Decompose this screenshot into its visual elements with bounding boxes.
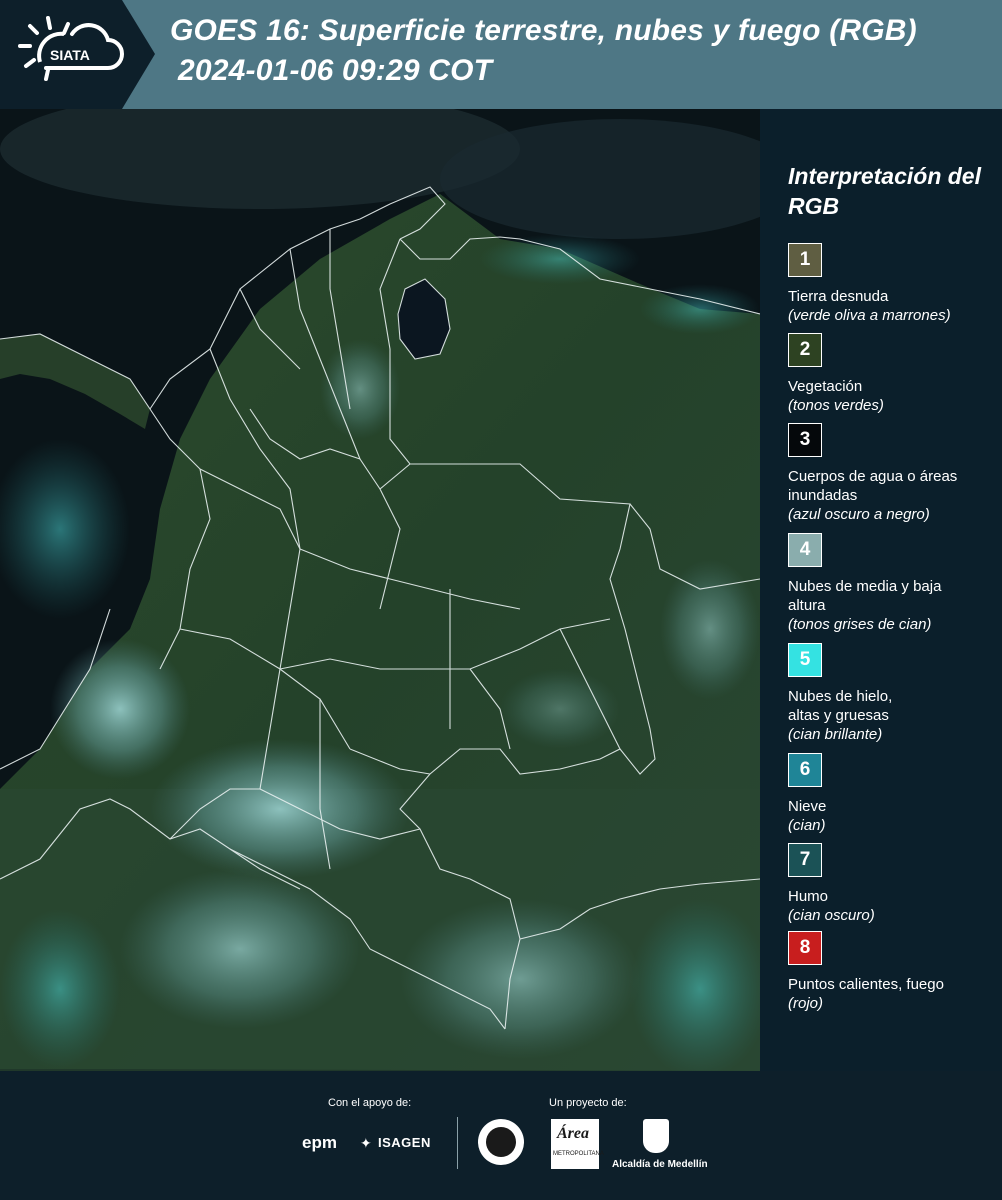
- legend-swatch: 3: [788, 423, 822, 457]
- legend-swatch: 8: [788, 931, 822, 965]
- legend-swatch: 1: [788, 243, 822, 277]
- legend-item-desc: (cian brillante): [788, 726, 883, 743]
- satellite-map[interactable]: [0, 109, 760, 1071]
- legend-panel: Interpretación del RGB 1 Tierra desnuda …: [760, 109, 1002, 1071]
- legend-item-label: Nieve: [788, 798, 827, 815]
- legend-item-desc: (tonos verdes): [788, 397, 884, 414]
- legend-item-label: Cuerpos de agua o áreas inundadas: [788, 468, 958, 504]
- legend-swatch: 5: [788, 643, 822, 677]
- legend-swatch: 6: [788, 753, 822, 787]
- legend-item-nieve: 6 Nieve (cian): [788, 753, 998, 835]
- legend-item-label: Nubes de media y baja altura: [788, 578, 942, 614]
- legend-item-label: Tierra desnuda: [788, 288, 889, 305]
- legend-item-cuerpos-agua: 3 Cuerpos de agua o áreas inundadas (azu…: [788, 423, 998, 524]
- legend-item-fuego: 8 Puntos calientes, fuego (rojo): [788, 931, 998, 1013]
- legend-item-label: Nubes de hielo, altas y gruesas: [788, 688, 893, 724]
- support-label: Con el apoyo de:: [328, 1097, 412, 1109]
- legend-title: Interpretación del RGB: [788, 163, 981, 219]
- legend-item-desc: (tonos grises de cian): [788, 616, 932, 633]
- header-bar: SIATA GOES 16: Superficie terrestre, nub…: [0, 0, 1002, 109]
- legend-swatch: 7: [788, 843, 822, 877]
- legend-item-desc: (verde oliva a marrones): [788, 307, 951, 324]
- footer-divider: [457, 1117, 458, 1169]
- timestamp: 2024-01-06 09:29 COT: [178, 54, 493, 87]
- legend-item-label: Puntos calientes, fuego: [788, 976, 944, 993]
- alcaldia-shield-icon: [643, 1119, 669, 1153]
- logo-text: SIATA: [50, 47, 90, 63]
- project-label: Un proyecto de:: [549, 1097, 627, 1109]
- area-logo-subtext: METROPOLITANA: [553, 1151, 604, 1157]
- siata-logo[interactable]: SIATA: [0, 0, 155, 109]
- legend-item-desc: (rojo): [788, 995, 824, 1012]
- legend-swatch: 4: [788, 533, 822, 567]
- medellin-seal-icon[interactable]: [478, 1119, 524, 1165]
- area-logo-text: Área: [557, 1125, 589, 1142]
- alcaldia-label[interactable]: Alcaldía de Medellín: [612, 1159, 708, 1170]
- epm-logo[interactable]: epm: [302, 1133, 337, 1153]
- area-metropolitana-logo[interactable]: Área METROPOLITANA: [551, 1119, 604, 1169]
- legend-swatch: 2: [788, 333, 822, 367]
- footer: Con el apoyo de: Un proyecto de: epm ✦ I…: [0, 1071, 1002, 1200]
- legend-item-desc: (azul oscuro a negro): [788, 506, 930, 523]
- legend-item-desc: (cian oscuro): [788, 907, 875, 924]
- legend-item-label: Vegetación: [788, 378, 863, 395]
- isagen-logo[interactable]: ISAGEN: [378, 1135, 431, 1150]
- legend-item-vegetacion: 2 Vegetación (tonos verdes): [788, 333, 998, 415]
- legend-item-nubes-hielo: 5 Nubes de hielo, altas y gruesas (cian …: [788, 643, 998, 744]
- legend-item-nubes-media: 4 Nubes de media y baja altura (tonos gr…: [788, 533, 998, 634]
- page-title: GOES 16: Superficie terrestre, nubes y f…: [170, 14, 917, 47]
- isagen-icon: ✦: [360, 1135, 372, 1151]
- legend-item-tierra-desnuda: 1 Tierra desnuda (verde oliva a marrones…: [788, 243, 998, 325]
- legend-item-label: Humo: [788, 888, 829, 905]
- legend-item-humo: 7 Humo (cian oscuro): [788, 843, 998, 925]
- legend-item-desc: (cian): [788, 817, 826, 834]
